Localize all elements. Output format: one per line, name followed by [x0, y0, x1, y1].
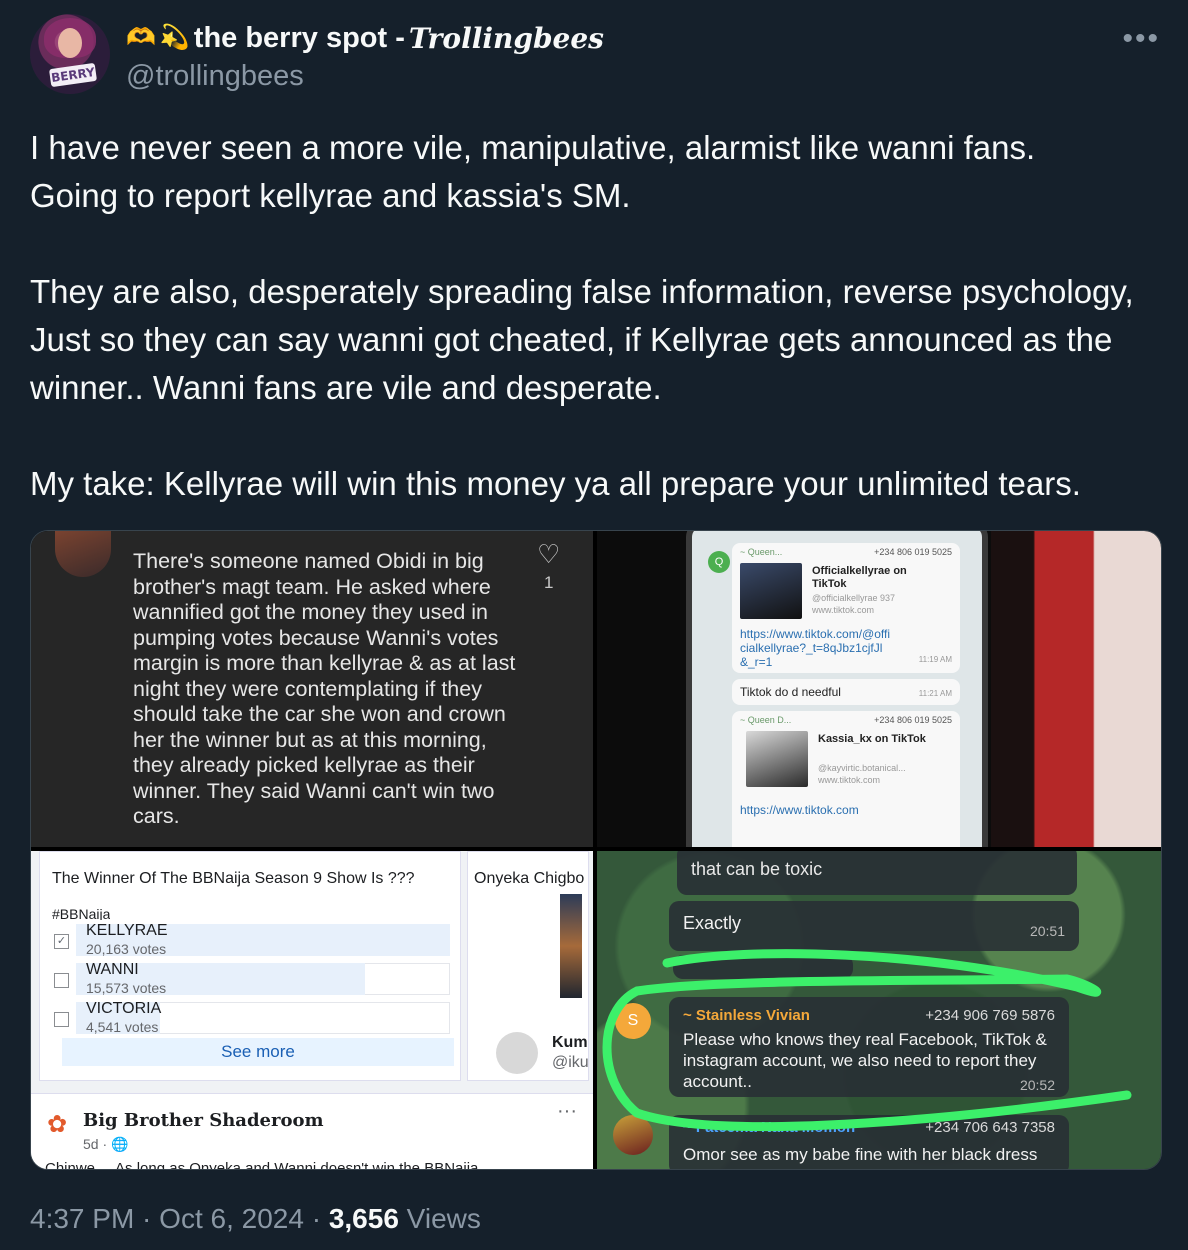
side-card-title: Kum — [552, 1034, 588, 1051]
more-options-icon[interactable]: ••• — [1122, 22, 1160, 56]
avatar-badge: BERRY — [48, 62, 98, 88]
highlight-circle — [602, 949, 1132, 1132]
tweet-meta: 4:37 PM · Oct 6, 2024 · 3,656 Views — [30, 1203, 481, 1235]
poll-checkbox[interactable]: ✓ — [54, 934, 69, 949]
chat-bubble: Tiktok do d needful 11:21 AM — [732, 679, 960, 705]
tweet-date[interactable]: Oct 6, 2024 — [159, 1203, 304, 1234]
avatar-face — [58, 28, 82, 58]
poll-option-votes: 4,541 votes — [86, 1019, 159, 1035]
video-thumbnail — [746, 731, 808, 787]
media-phone-photo[interactable]: Q ~ Queen... +234 806 019 5025 Officialk… — [597, 531, 1161, 847]
poll-option[interactable]: VICTORIA 4,541 votes — [54, 1000, 450, 1036]
video-thumbnail — [740, 563, 802, 619]
side-card-handle: @iku — [552, 1054, 589, 1071]
side-card-avatar — [496, 1032, 538, 1074]
comment-text: There's someone named Obidi in big broth… — [133, 549, 516, 828]
poll-option[interactable]: ✓ KELLYRAE 20,163 votes — [54, 922, 450, 958]
display-name-row[interactable]: 🫶 💫 the berry spot - Trollingbees — [126, 18, 604, 58]
heart-hands-icon: 🫶 — [126, 24, 156, 51]
side-card-name: Onyeka Chigbo — [474, 870, 585, 887]
separator: · — [134, 1203, 160, 1234]
commenter-avatar — [55, 531, 111, 577]
display-name-script[interactable]: Trollingbees — [409, 22, 604, 55]
user-handle[interactable]: @trollingbees — [126, 60, 304, 93]
heart-icon: ♡ — [537, 539, 561, 569]
media-grid[interactable]: There's someone named Obidi in big broth… — [30, 530, 1162, 1170]
see-more-button[interactable]: See more — [62, 1038, 454, 1066]
tweet-time[interactable]: 4:37 PM — [30, 1203, 134, 1234]
post-time: 5d · 🌐 — [83, 1136, 129, 1152]
chat-bubble: ~ Queen... +234 806 019 5025 Officialkel… — [732, 543, 960, 673]
poll-option-votes: 20,163 votes — [86, 941, 167, 957]
side-card-image — [560, 894, 582, 998]
tweet-text: I have never seen a more vile, manipulat… — [30, 129, 1134, 502]
media-poll-screenshot[interactable]: The Winner Of The BBNaija Season 9 Show … — [31, 851, 593, 1169]
view-count: 3,656 — [328, 1203, 399, 1234]
like-count: 1 — [544, 573, 554, 592]
poll-option-label: VICTORIA — [86, 1000, 162, 1017]
post-more-icon: ··· — [557, 1100, 577, 1122]
media-comment-screenshot[interactable]: There's someone named Obidi in big broth… — [31, 531, 593, 847]
sender-avatar: Q — [708, 551, 730, 573]
display-name[interactable]: the berry spot - — [194, 22, 405, 55]
post-author: Big Brother Shaderoom — [83, 1110, 324, 1131]
poll-option-label: KELLYRAE — [86, 922, 168, 939]
poll-question: The Winner Of The BBNaija Season 9 Show … — [52, 870, 415, 887]
poll-option[interactable]: WANNI 15,573 votes — [54, 961, 450, 997]
separator: · — [303, 1203, 329, 1234]
tweet-header: BERRY 🫶 💫 the berry spot - Trollingbees … — [30, 14, 1160, 104]
poll-checkbox[interactable] — [54, 973, 69, 988]
poll-checkbox[interactable] — [54, 1012, 69, 1027]
chat-bubble: ~ Queen D... +234 806 019 5025 Kassia_kx… — [732, 711, 960, 847]
poll-option-votes: 15,573 votes — [86, 980, 167, 996]
poll-option-label: WANNI — [86, 961, 139, 978]
views-label: Views — [398, 1203, 481, 1234]
media-chat-screenshot[interactable]: that can be toxic Exactly 20:51 S ~ Stai… — [597, 851, 1161, 1169]
side-card: Onyeka Chigbo Kum @iku — [467, 851, 589, 1081]
page-logo-icon: ✿ — [47, 1111, 68, 1138]
fb-post: ✿ Big Brother Shaderoom 5d · 🌐 ··· Chinw… — [31, 1093, 593, 1169]
phone-screen: Q ~ Queen... +234 806 019 5025 Officialk… — [692, 531, 982, 847]
dizzy-star-icon: 💫 — [159, 24, 190, 51]
user-avatar[interactable]: BERRY — [30, 14, 110, 94]
poll-hashtag: #BBNaija — [52, 906, 111, 920]
post-text: Chinwe ... As long as Onyeka and Wanni d… — [45, 1160, 479, 1169]
poll-card: The Winner Of The BBNaija Season 9 Show … — [39, 851, 461, 1081]
background-red-dress — [991, 531, 1161, 847]
